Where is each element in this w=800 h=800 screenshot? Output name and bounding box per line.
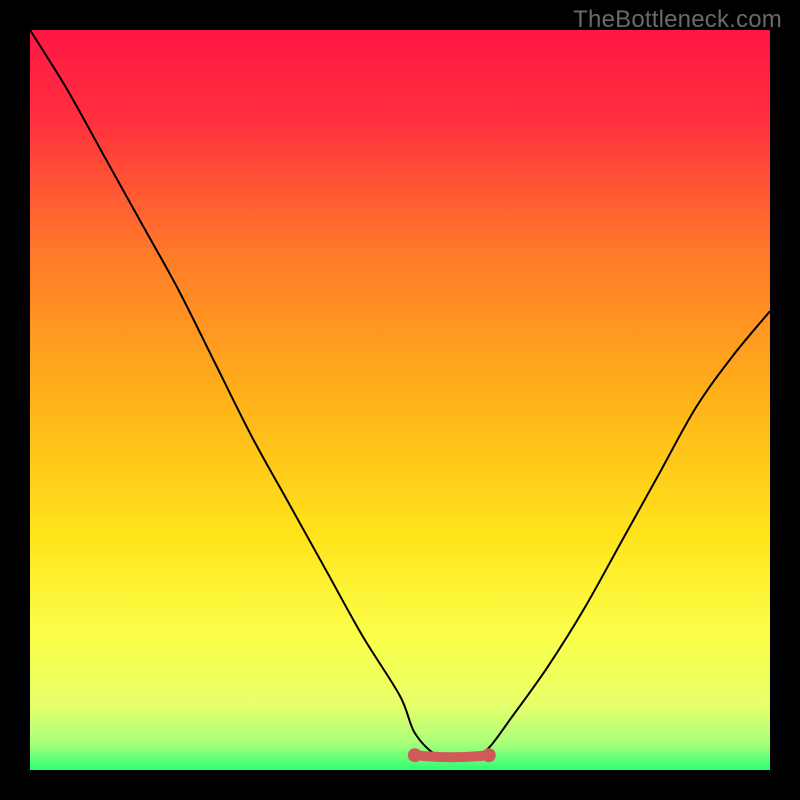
chart-svg — [30, 30, 770, 770]
watermark-label: TheBottleneck.com — [573, 6, 782, 34]
bottleneck-curve — [30, 30, 770, 757]
plot-area — [30, 30, 770, 770]
gradient-background — [30, 30, 770, 770]
optimal-flat-region — [408, 748, 496, 762]
chart-frame: TheBottleneck.com — [0, 0, 800, 800]
